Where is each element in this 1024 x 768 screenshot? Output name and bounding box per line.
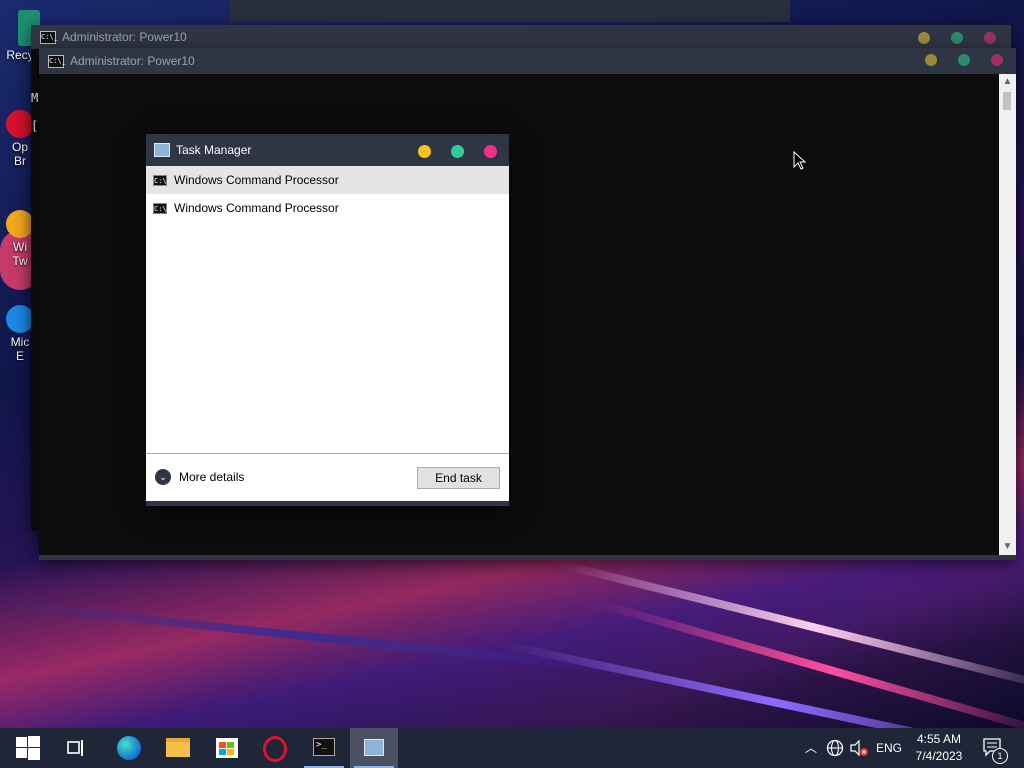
- folder-icon: [166, 738, 190, 757]
- vertical-scrollbar[interactable]: ▲ ▼: [999, 74, 1016, 555]
- opera-icon: [263, 736, 287, 762]
- window-title: Administrator: Power10: [70, 54, 195, 68]
- desktop-icon-label: Wi Tw: [12, 240, 28, 268]
- taskbar-edge[interactable]: [104, 728, 152, 768]
- opera-icon: [6, 110, 34, 138]
- maximize-button[interactable]: [958, 54, 970, 66]
- process-row[interactable]: C:\ Windows Command Processor: [146, 166, 509, 194]
- tweaker-icon: [6, 210, 34, 238]
- notification-count-badge: 1: [992, 748, 1008, 764]
- clock[interactable]: 4:55 AM 7/4/2023: [912, 731, 966, 765]
- close-button[interactable]: [984, 32, 996, 44]
- taskbar: >_ ︿ ENG 4:55 AM 7/4/2023 1: [0, 728, 1024, 768]
- taskbar-file-explorer[interactable]: [153, 728, 201, 768]
- notification-center-button[interactable]: 1: [980, 728, 1020, 768]
- volume-muted-icon[interactable]: [849, 739, 869, 757]
- taskbar-opera[interactable]: [251, 728, 299, 768]
- cmd-window-titlebar[interactable]: C:\_ Administrator: Power10: [39, 48, 1016, 74]
- more-details-label: More details: [179, 470, 245, 484]
- cmd-icon: C:\_: [40, 30, 58, 44]
- clock-time: 4:55 AM: [916, 732, 962, 746]
- task-manager-icon: [154, 143, 170, 157]
- minimize-button[interactable]: [418, 145, 431, 158]
- cmd-icon: C:\: [153, 202, 167, 214]
- task-manager-icon: [364, 739, 384, 756]
- end-task-button[interactable]: End task: [417, 467, 500, 489]
- cmd-icon: C:\_: [48, 54, 66, 68]
- maximize-button[interactable]: [451, 145, 464, 158]
- close-button[interactable]: [991, 54, 1003, 66]
- minimize-button[interactable]: [918, 32, 930, 44]
- terminal-icon: >_: [313, 738, 335, 756]
- desktop-icon-label: Op Br: [11, 140, 28, 168]
- console-line: [: [31, 119, 39, 133]
- more-details-button[interactable]: ⌄ More details: [155, 469, 244, 485]
- desktop-icon-label: Mic E: [10, 335, 30, 363]
- task-view-button[interactable]: [53, 728, 101, 768]
- mouse-cursor-icon: [793, 151, 807, 170]
- scroll-down-arrow[interactable]: ▼: [999, 539, 1016, 555]
- taskbar-task-manager[interactable]: [350, 728, 398, 768]
- process-row[interactable]: C:\ Windows Command Processor: [146, 194, 509, 222]
- taskbar-terminal[interactable]: >_: [300, 728, 348, 768]
- task-manager-footer: ⌄ More details End task: [146, 453, 509, 502]
- window-bottom-border: [146, 501, 509, 506]
- console-output[interactable]: M [: [31, 84, 38, 140]
- window-title: Administrator: Power10: [62, 30, 187, 44]
- taskbar-store[interactable]: [202, 728, 250, 768]
- process-name: Windows Command Processor: [174, 201, 339, 215]
- process-name: Windows Command Processor: [174, 173, 339, 187]
- store-icon: [216, 738, 238, 758]
- minimize-button[interactable]: [925, 54, 937, 66]
- language-indicator[interactable]: ENG: [876, 728, 902, 768]
- chevron-down-icon: ⌄: [155, 469, 171, 485]
- edge-icon: [6, 305, 34, 333]
- show-hidden-icons-button[interactable]: ︿: [805, 728, 817, 768]
- network-globe-icon[interactable]: [826, 739, 844, 757]
- task-manager-window[interactable]: Task Manager C:\ Windows Command Process…: [146, 134, 509, 506]
- top-dock: [230, 0, 790, 22]
- desktop-icon-label: Recy: [6, 48, 34, 62]
- cmd-icon: C:\: [153, 174, 167, 186]
- console-line: M: [31, 91, 39, 105]
- window-title: Task Manager: [176, 143, 252, 157]
- maximize-button[interactable]: [951, 32, 963, 44]
- close-button[interactable]: [484, 145, 497, 158]
- start-button[interactable]: [4, 728, 52, 768]
- back-window-titlebar[interactable]: C:\_ Administrator: Power10: [31, 25, 1011, 49]
- scroll-up-arrow[interactable]: ▲: [999, 74, 1016, 90]
- task-view-icon: [67, 740, 83, 756]
- edge-icon: [117, 736, 141, 760]
- scroll-thumb[interactable]: [1003, 92, 1011, 110]
- clock-date: 7/4/2023: [915, 749, 963, 763]
- windows-logo-icon: [16, 736, 40, 760]
